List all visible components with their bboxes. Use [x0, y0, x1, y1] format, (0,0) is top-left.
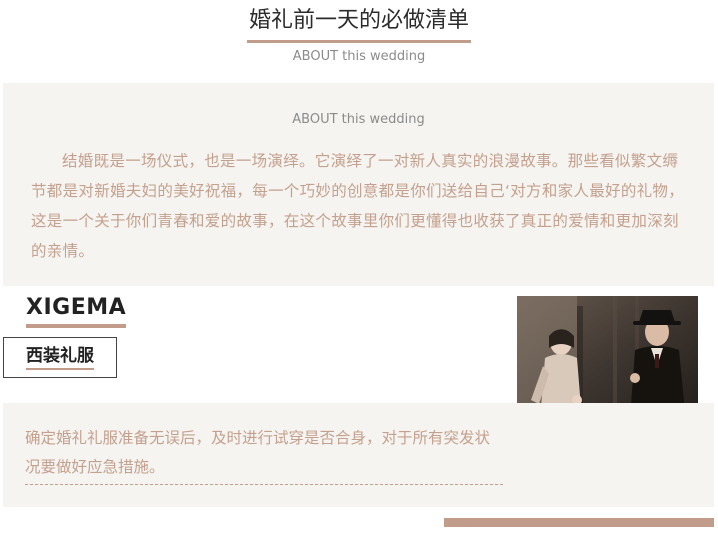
accent-bar [444, 518, 714, 527]
suit-tag-button[interactable]: 西装礼服 [3, 337, 117, 378]
brand-heading: XIGEMA [26, 294, 127, 328]
page-title: 婚礼前一天的必做清单 [246, 6, 471, 43]
intro-subtitle: ABOUT this wedding [292, 112, 425, 127]
intro-text: 结婚既是一场仪式，也是一场演绎。它演绎了一对新人真实的浪漫故事。那些看似繁文缛节… [31, 152, 685, 260]
intro-panel: ABOUT this wedding 结婚既是一场仪式，也是一场演绎。它演绎了一… [3, 83, 714, 286]
detail-panel: 确定婚礼礼服准备无误后，及时进行试穿是否合身，对于所有突发状况要做好应急措施。 [3, 403, 714, 507]
page-title-wrap: 婚礼前一天的必做清单 [0, 6, 718, 43]
page-subtitle: ABOUT this wedding [292, 49, 426, 64]
suit-tag-label: 西装礼服 [26, 345, 94, 370]
detail-text: 确定婚礼礼服准备无误后，及时进行试穿是否合身，对于所有突发状况要做好应急措施。 [25, 424, 503, 485]
